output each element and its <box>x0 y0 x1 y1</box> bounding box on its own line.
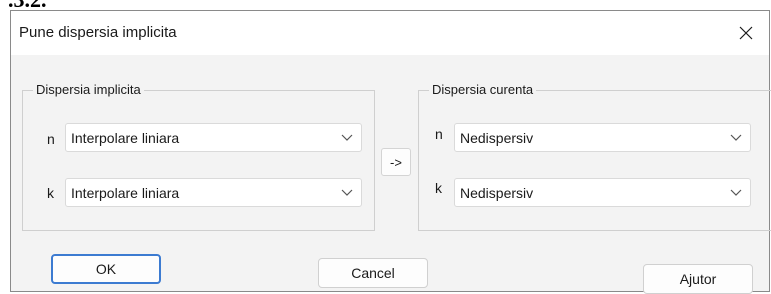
title-bar: Pune dispersia implicita <box>11 11 769 55</box>
chevron-down-icon <box>341 134 353 141</box>
implicit-k-value: Interpolare liniara <box>71 185 180 201</box>
close-icon <box>739 26 753 40</box>
current-k-value: Nedispersiv <box>460 185 534 201</box>
copy-arrow-button[interactable]: -> <box>381 148 411 176</box>
current-n-select[interactable]: Nedispersiv <box>454 123 751 152</box>
implicit-k-label: k <box>47 185 54 201</box>
current-n-label: n <box>435 126 443 142</box>
chevron-down-icon <box>730 134 742 141</box>
current-n-value: Nedispersiv <box>460 130 534 146</box>
implicit-n-value: Interpolare liniara <box>71 130 180 146</box>
help-button[interactable]: Ajutor <box>643 264 753 294</box>
chevron-down-icon <box>341 189 353 196</box>
current-k-select[interactable]: Nedispersiv <box>454 178 751 207</box>
implicit-dispersion-legend: Dispersia implicita <box>33 82 144 98</box>
dialog-title: Pune dispersia implicita <box>19 24 177 41</box>
implicit-dispersion-group: Dispersia implicita n Interpolare liniar… <box>22 82 375 231</box>
current-dispersion-group: Dispersia curenta n Nedispersiv k Nedisp… <box>418 82 771 231</box>
implicit-n-label: n <box>47 131 55 147</box>
cancel-button[interactable]: Cancel <box>318 258 428 288</box>
close-button[interactable] <box>723 11 769 55</box>
chevron-down-icon <box>730 189 742 196</box>
implicit-n-select[interactable]: Interpolare liniara <box>65 123 362 152</box>
current-dispersion-legend: Dispersia curenta <box>429 82 537 98</box>
ok-button[interactable]: OK <box>51 254 161 284</box>
dispersion-dialog: Pune dispersia implicita Dispersia impli… <box>10 10 771 294</box>
implicit-k-select[interactable]: Interpolare liniara <box>65 178 362 207</box>
current-k-label: k <box>435 180 442 196</box>
